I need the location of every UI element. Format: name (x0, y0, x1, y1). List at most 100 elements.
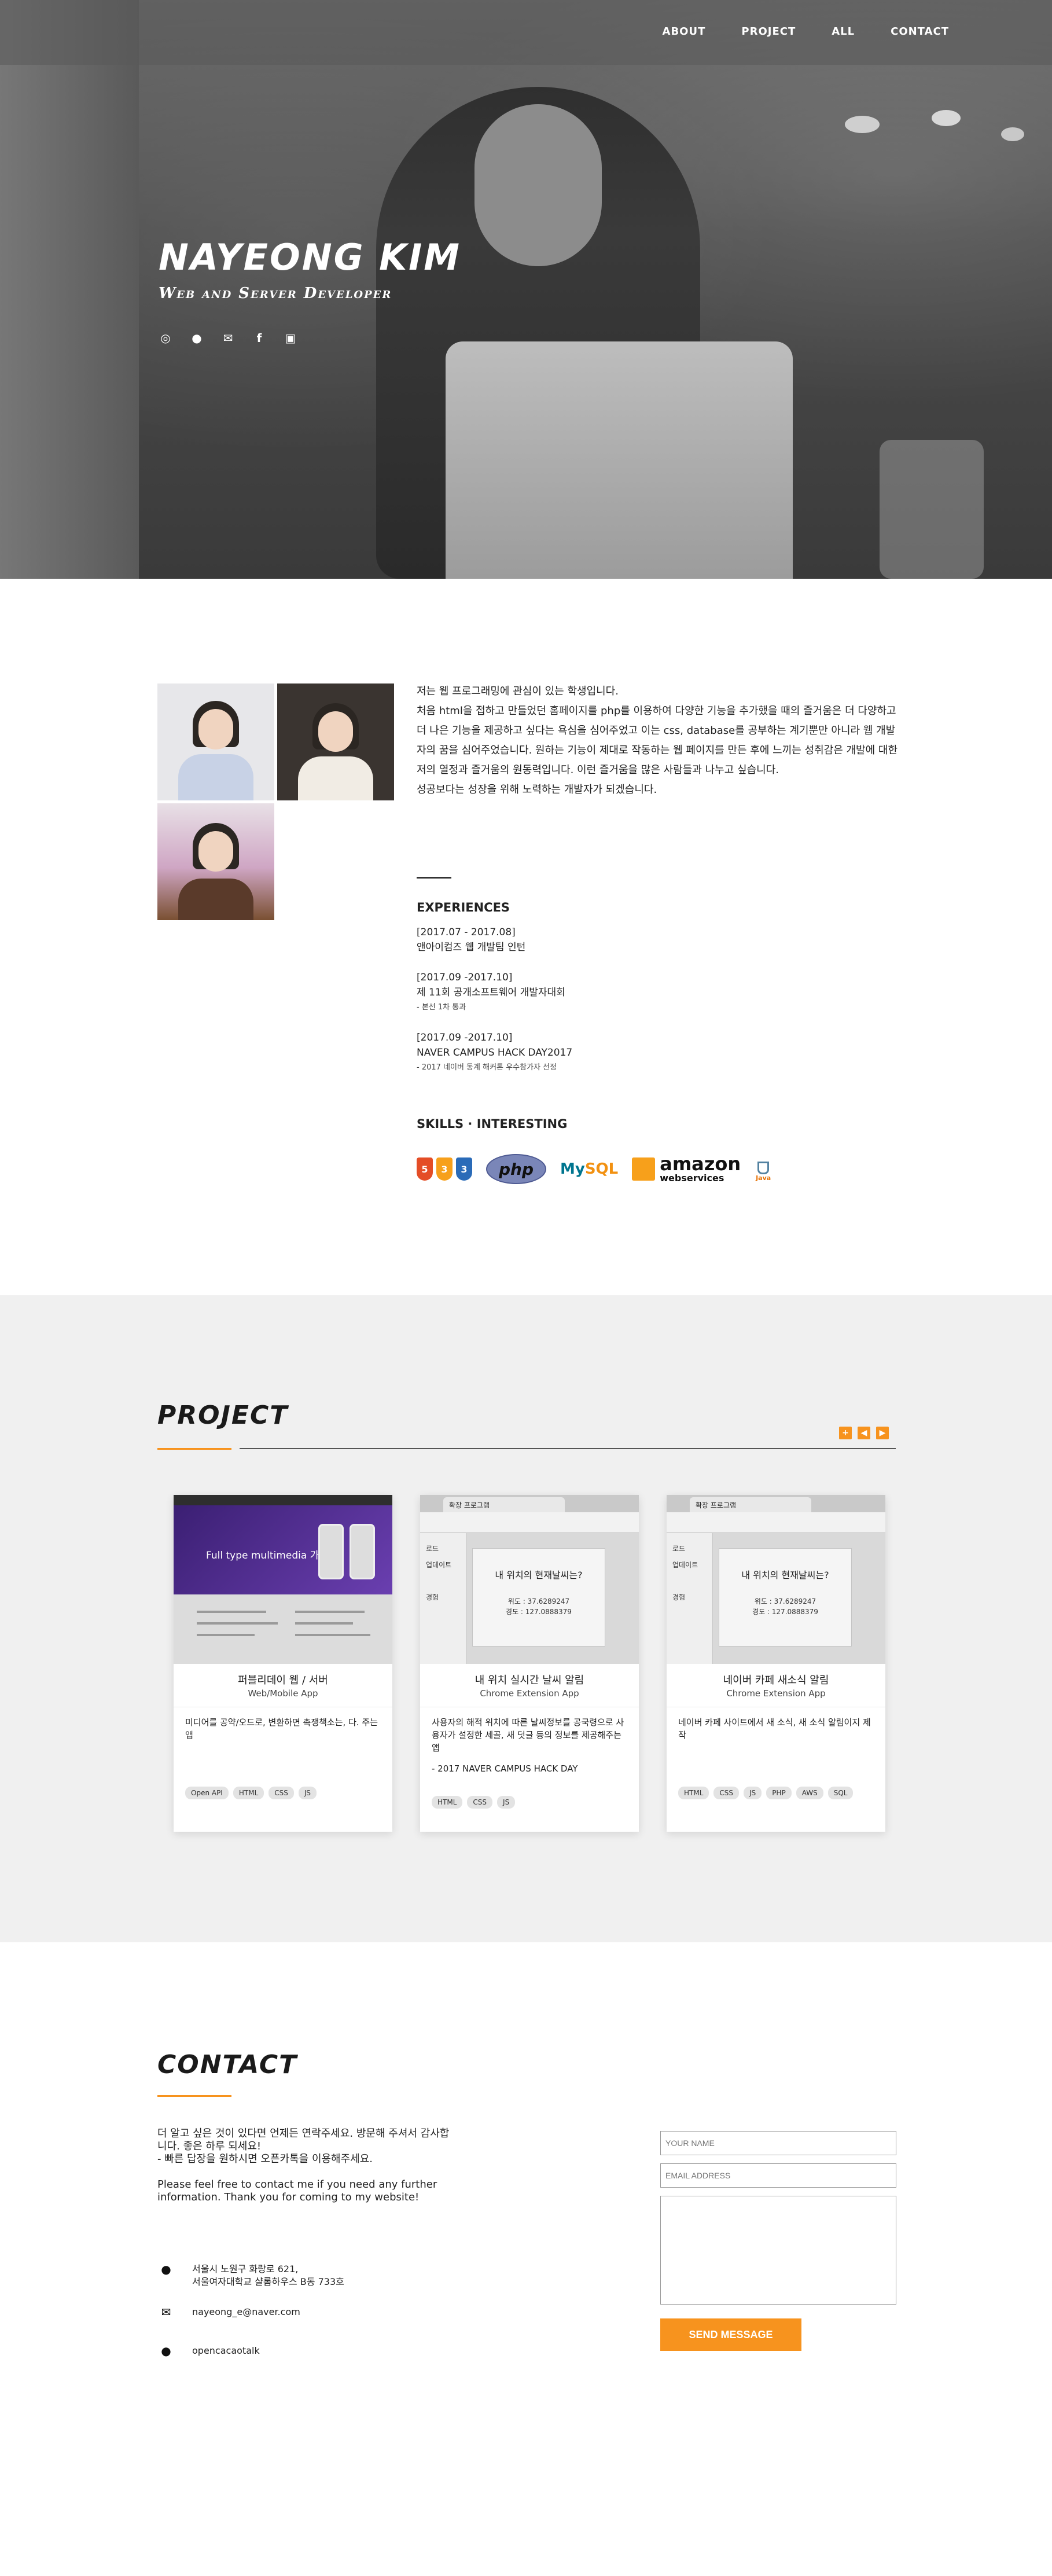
chat-bubble-icon: ● (161, 2344, 171, 2358)
contact-title-underline (157, 2095, 231, 2097)
send-message-button[interactable]: SEND MESSAGE (660, 2318, 801, 2351)
project-card-extra: - 2017 NAVER CAMPUS HACK DAY (432, 1763, 578, 1774)
project-card-subtitle: Web/Mobile App (248, 1688, 318, 1699)
email-link[interactable]: nayeong_e@naver.com (192, 2306, 300, 2318)
browser-tab: 확장 프로그램 (443, 1497, 565, 1512)
project-card[interactable]: Full type multimedia 가족 퍼블리데이 웹 / 서버 Web… (174, 1495, 392, 1832)
tag: AWS (796, 1787, 823, 1799)
java-logo: Java (755, 1155, 772, 1184)
experience-date: [2017.09 -2017.10] (417, 972, 513, 983)
project-title: PROJECT (157, 1401, 289, 1430)
hero-lamp (932, 110, 961, 126)
hero-face (474, 104, 602, 266)
mysql-logo-part: My (560, 1160, 585, 1178)
contact-text-ko: 더 알고 싶은 것이 있다면 언제든 연락주세요. 방문해 주셔서 감사합니다.… (157, 2127, 450, 2152)
tag: HTML (678, 1787, 709, 1799)
message-field[interactable] (660, 2196, 896, 2305)
thumb-side-text: 로드 (426, 1545, 439, 1553)
project-card-tags: HTML CSS JS PHP AWS SQL (678, 1787, 875, 1799)
css3-icon: 3 (436, 1157, 453, 1181)
skills-logos: 5 3 3 php MySQL amazon webservices Java (417, 1149, 772, 1189)
skills-heading: SKILLS · INTERESTING (417, 1117, 568, 1131)
contact-address: ● 서울시 노원구 화랑로 621, 서울여자대학교 샬롬하우스 B동 733호 (157, 2263, 344, 2288)
experience-date: [2017.07 - 2017.08] (417, 927, 516, 938)
web-badges: 5 3 3 (417, 1157, 472, 1181)
hero-name: NAYEONG KIM (159, 236, 461, 278)
contact-kakao: ● opencacaotalk (157, 2344, 260, 2358)
github-icon[interactable]: ◎ (159, 331, 172, 345)
aws-cube-icon (632, 1157, 656, 1181)
experience-note: - 본선 1차 통과 (417, 1003, 466, 1012)
thumb-lat: 위도 : 37.6289247 (507, 1597, 570, 1605)
tag: Open API (185, 1787, 229, 1799)
tag: CSS (713, 1787, 740, 1799)
contact-text-ko2: - 빠른 답장을 원하시면 오픈카톡을 이용해주세요. (157, 2153, 373, 2165)
project-card-tags: HTML CSS JS (432, 1796, 628, 1809)
mail-icon: ✉ (161, 2305, 171, 2319)
profile-photo (277, 683, 394, 800)
social-links: ◎ ● ✉ f ▣ (159, 331, 297, 345)
project-thumbnail: Full type multimedia 가족 (174, 1495, 392, 1664)
project-title-underline (157, 1448, 231, 1450)
project-card-subtitle: Chrome Extension App (480, 1688, 579, 1699)
thumbnail-caption: Full type multimedia 가족 (206, 1550, 328, 1561)
tag: PHP (766, 1787, 792, 1799)
email-field[interactable] (660, 2163, 896, 2188)
project-card[interactable]: 확장 프로그램 로드 업데이트 경험 내 위치의 현재날씨는? 위도 : 37.… (667, 1495, 885, 1832)
project-thumbnail: 확장 프로그램 로드 업데이트 경험 내 위치의 현재날씨는? 위도 : 37.… (420, 1495, 639, 1664)
thumb-side-text: 경험 (672, 1593, 686, 1601)
mail-icon[interactable]: ✉ (221, 331, 235, 345)
thumb-question: 내 위치의 현재날씨는? (495, 1570, 583, 1581)
thumb-side-text: 업데이트 (426, 1561, 452, 1569)
experiences-list: [2017.07 - 2017.08] 앤아이컴즈 웹 개발팀 인턴 [2017… (417, 925, 822, 1090)
html5-icon: 5 (417, 1157, 433, 1181)
plus-icon[interactable]: + (839, 1427, 852, 1439)
project-card-title: 퍼블리데이 웹 / 서버 (238, 1674, 328, 1686)
name-field[interactable] (660, 2131, 896, 2155)
nav-about[interactable]: ABOUT (663, 25, 706, 38)
address-line: 서울시 노원구 화랑로 621, (192, 2263, 299, 2274)
experience-item: [2017.09 -2017.10] 제 11회 공개소프트웨어 개발자대회 -… (417, 970, 822, 1015)
main-nav: ABOUT PROJECT ALL CONTACT (663, 25, 949, 38)
profile-photo (157, 683, 274, 800)
aws-logo: amazon webservices (632, 1155, 741, 1184)
kakao-link[interactable]: opencacaotalk (192, 2345, 260, 2357)
contact-email: ✉ nayeong_e@naver.com (157, 2306, 300, 2318)
tag: JS (744, 1787, 762, 1799)
tag: HTML (233, 1787, 264, 1799)
nav-project[interactable]: PROJECT (741, 25, 796, 38)
project-card-desc: 미디어를 공약/오드로, 변환하면 촉쟁책소는, 다. 주는 앱 (185, 1717, 378, 1740)
css3-icon: 3 (456, 1157, 472, 1181)
browser-tab: 확장 프로그램 (690, 1497, 811, 1512)
project-card[interactable]: 확장 프로그램 로드 업데이트 경험 내 위치의 현재날씨는? 위도 : 37.… (420, 1495, 639, 1832)
contact-title: CONTACT (157, 2050, 298, 2079)
thumb-side-text: 업데이트 (672, 1561, 698, 1569)
facebook-icon[interactable]: f (252, 331, 266, 345)
hero-lamp (1001, 127, 1024, 141)
project-card-title: 내 위치 실시간 날씨 알림 (474, 1674, 584, 1686)
project-card-desc: 사용자의 해적 위치에 따른 날씨정보를 공국령으로 사용자가 설정한 세골, … (432, 1716, 628, 1775)
tag: SQL (827, 1787, 854, 1799)
hero-background-pillar (0, 0, 139, 579)
experiences-heading: EXPERIENCES (417, 901, 510, 914)
instagram-icon[interactable]: ▣ (284, 331, 297, 345)
java-cup-icon (757, 1162, 770, 1174)
nav-all[interactable]: ALL (832, 25, 855, 38)
experience-date: [2017.09 -2017.10] (417, 1032, 513, 1043)
arrow-right-icon[interactable]: ▶ (876, 1427, 889, 1439)
php-logo: php (486, 1154, 546, 1184)
project-card-desc-text: 사용자의 해적 위치에 따른 날씨정보를 공국령으로 사용자가 설정한 세골, … (432, 1717, 624, 1753)
tag: JS (497, 1796, 516, 1809)
tag: CSS (268, 1787, 294, 1799)
java-logo-text: Java (756, 1174, 771, 1182)
arrow-left-icon[interactable]: ◀ (858, 1427, 870, 1439)
project-card-desc: 네이버 카페 사이트에서 새 소식, 새 소식 알림이지 제작 (678, 1717, 871, 1740)
address-line: 서울여자대학교 샬롬하우스 B동 733호 (192, 2276, 344, 2287)
project-thumbnail: 확장 프로그램 로드 업데이트 경험 내 위치의 현재날씨는? 위도 : 37.… (667, 1495, 885, 1664)
experience-title: 앤아이컴즈 웹 개발팀 인턴 (417, 942, 526, 953)
chat-icon[interactable]: ● (190, 331, 204, 345)
hero-subtitle: Web and Server Developer (159, 285, 392, 302)
about-intro: 저는 웹 프로그래밍에 관심이 있는 학생입니다. 처음 html을 접하고 만… (417, 682, 903, 800)
nav-contact[interactable]: CONTACT (891, 25, 949, 38)
tag: CSS (467, 1796, 493, 1809)
